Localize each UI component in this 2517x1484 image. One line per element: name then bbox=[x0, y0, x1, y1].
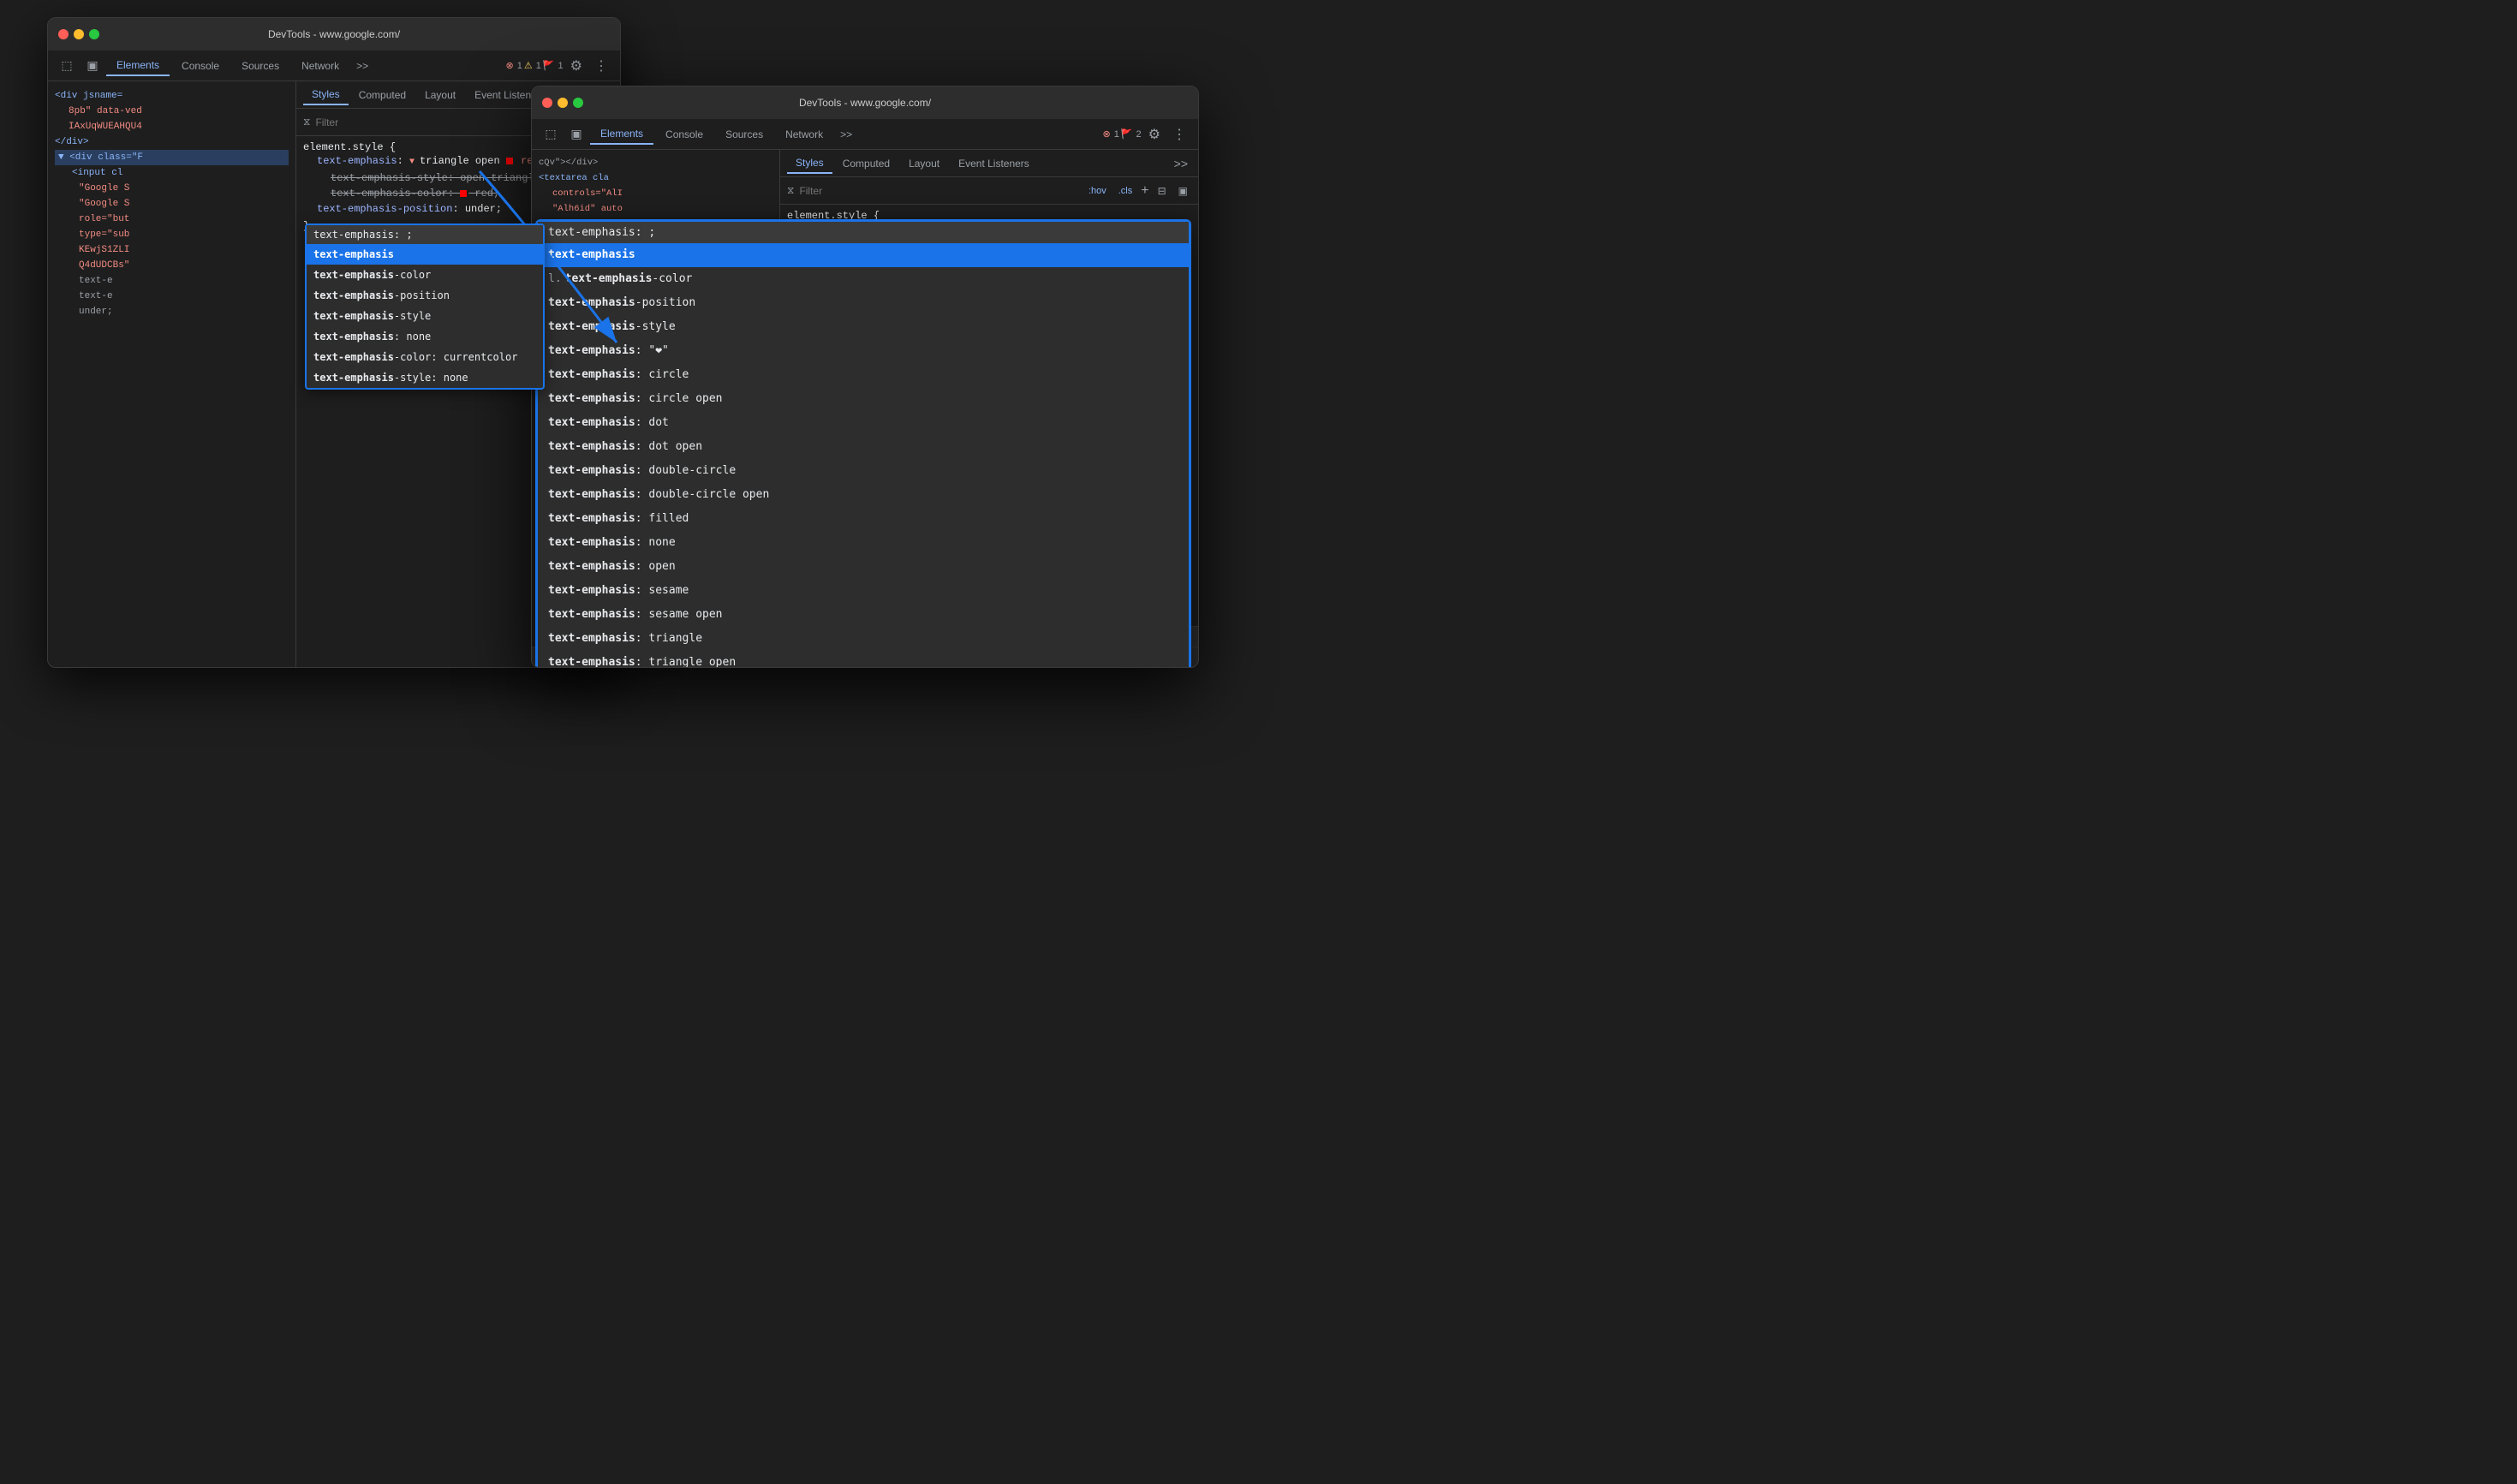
layers-icon[interactable]: ▣ bbox=[81, 54, 104, 78]
filter-icon-front: ⧖ bbox=[787, 184, 794, 197]
window-title-front: DevTools - www.google.com/ bbox=[799, 97, 931, 109]
dom-line: type="sub bbox=[55, 227, 289, 242]
autocomplete-back[interactable]: text-emphasis: ; text-emphasis text-emph… bbox=[305, 223, 545, 390]
info-icon-front: 🚩 bbox=[1121, 128, 1133, 140]
dom-line: IAxUqWUEAHQU4 bbox=[55, 119, 289, 134]
more-tabs-front[interactable]: >> bbox=[835, 125, 857, 144]
autocomplete-front-item-1[interactable]: l.text-emphasis-color bbox=[780, 267, 1189, 291]
filter-input-front[interactable] bbox=[799, 185, 1080, 197]
tab-elements-back[interactable]: Elements bbox=[106, 56, 170, 76]
filter-cls-front[interactable]: .cls bbox=[1115, 184, 1136, 198]
autocomplete-front-item-14[interactable]: text-emphasis: sesame bbox=[780, 579, 1189, 603]
cursor-icon[interactable]: ⬚ bbox=[55, 54, 79, 78]
autocomplete-front-item-4[interactable]: text-emphasis: "❤" bbox=[780, 339, 1189, 363]
maximize-button-back[interactable] bbox=[89, 29, 99, 39]
window-title-back: DevTools - www.google.com/ bbox=[268, 28, 400, 40]
filter-add-front[interactable]: + bbox=[1141, 183, 1148, 199]
error-count-front: 1 bbox=[1114, 129, 1119, 140]
autocomplete-item-3-back[interactable]: text-emphasis-style bbox=[307, 306, 543, 326]
autocomplete-front-item-3[interactable]: text-emphasis-style bbox=[780, 315, 1189, 339]
autocomplete-front-item-6[interactable]: text-emphasis: circle open bbox=[780, 387, 1189, 411]
autocomplete-item-2-back[interactable]: text-emphasis-position bbox=[307, 285, 543, 306]
settings-icon-front[interactable]: ⚙ bbox=[1143, 122, 1166, 146]
dom-content-back: <div jsname= 8pb" data-ved IAxUqWUEAHQU4… bbox=[48, 81, 295, 323]
filter-hov-front[interactable]: :hov bbox=[1085, 184, 1110, 198]
tab-console-back[interactable]: Console bbox=[171, 57, 230, 75]
tab-network-back[interactable]: Network bbox=[291, 57, 349, 75]
autocomplete-front-item-11[interactable]: text-emphasis: filled bbox=[780, 507, 1189, 531]
autocomplete-front-item-8[interactable]: text-emphasis: dot open bbox=[780, 435, 1189, 459]
tab-sources-front[interactable]: Sources bbox=[715, 125, 773, 144]
autocomplete-input-text-back: text-emphasis: ; bbox=[313, 229, 413, 241]
minimize-button-back[interactable] bbox=[74, 29, 84, 39]
autocomplete-front-item-0[interactable]: text-emphasis bbox=[780, 243, 1189, 267]
dom-line: text-e bbox=[55, 273, 289, 289]
dom-line: 8pb" data-ved bbox=[55, 104, 289, 119]
dom-panel-back: <div jsname= 8pb" data-ved IAxUqWUEAHQU4… bbox=[48, 81, 296, 668]
close-button-back[interactable] bbox=[58, 29, 69, 39]
more-tabs-icon-front[interactable]: >> bbox=[1171, 155, 1191, 172]
autocomplete-front-item-16[interactable]: text-emphasis: triangle bbox=[780, 627, 1189, 651]
autocomplete-item-4-back[interactable]: text-emphasis: none bbox=[307, 326, 543, 347]
traffic-lights-back[interactable] bbox=[58, 29, 99, 39]
dom-line: role="but bbox=[55, 212, 289, 227]
autocomplete-front-item-13[interactable]: text-emphasis: open bbox=[780, 555, 1189, 579]
error-badge-front: ⊗ 1 bbox=[1102, 128, 1118, 140]
dom-line: text-e bbox=[55, 289, 289, 304]
autocomplete-front-item-12[interactable]: text-emphasis: none bbox=[780, 531, 1189, 555]
more-vert-icon-front[interactable]: ⋮ bbox=[1167, 122, 1191, 146]
autocomplete-item-6-back[interactable]: text-emphasis-style: none bbox=[307, 367, 543, 388]
subtab-computed-front[interactable]: Computed bbox=[834, 154, 898, 173]
styles-panel-front: Styles Computed Layout Event Listeners >… bbox=[780, 150, 1198, 668]
autocomplete-input-front[interactable]: text-emphasis: ; bbox=[780, 222, 1189, 243]
autocomplete-front-item-17[interactable]: text-emphasis: triangle open bbox=[780, 651, 1189, 668]
dom-line: </div> bbox=[55, 134, 289, 150]
info-count-front: 2 bbox=[1136, 129, 1142, 140]
subtab-events-front[interactable]: Event Listeners bbox=[950, 154, 1038, 173]
error-icon-front: ⊗ bbox=[1102, 128, 1110, 140]
subtoolbar-icons-front: >> bbox=[1171, 155, 1191, 172]
autocomplete-front-item-7[interactable]: text-emphasis: dot bbox=[780, 411, 1189, 435]
autocomplete-front-item-10[interactable]: text-emphasis: double-circle open bbox=[780, 483, 1189, 507]
autocomplete-input-back[interactable]: text-emphasis: ; bbox=[307, 225, 543, 244]
subtab-computed-back[interactable]: Computed bbox=[350, 86, 415, 104]
info-badge-front: 🚩 2 bbox=[1121, 128, 1142, 140]
autocomplete-front[interactable]: text-emphasis: ; text-emphasis l.text-em… bbox=[780, 219, 1191, 668]
filter-bar-front: ⧖ :hov .cls + ⊟ ▣ bbox=[780, 177, 1198, 205]
subtoolbar-front: Styles Computed Layout Event Listeners >… bbox=[780, 150, 1198, 177]
layout-icon-front[interactable]: ▣ bbox=[1175, 183, 1191, 199]
subtab-layout-front[interactable]: Layout bbox=[900, 154, 948, 173]
subtab-styles-front[interactable]: Styles bbox=[787, 153, 832, 174]
autocomplete-item-5-back[interactable]: text-emphasis-color: currentcolor bbox=[307, 347, 543, 367]
subtab-styles-back[interactable]: Styles bbox=[303, 85, 349, 105]
autocomplete-item-0-back[interactable]: text-emphasis bbox=[307, 244, 543, 265]
tab-sources-back[interactable]: Sources bbox=[231, 57, 289, 75]
dom-line: <div jsname= bbox=[55, 88, 289, 104]
dom-line[interactable]: ▼ <div class="F bbox=[55, 150, 289, 165]
more-tabs-back[interactable]: >> bbox=[351, 57, 373, 75]
dom-line: "Google S bbox=[55, 181, 289, 196]
dom-line: KEwjS1ZLI bbox=[55, 242, 289, 258]
dom-line: <input cl bbox=[55, 165, 289, 181]
dom-line: "Google S bbox=[55, 196, 289, 212]
autocomplete-front-item-15[interactable]: text-emphasis: sesame open bbox=[780, 603, 1189, 627]
dom-line: under; bbox=[55, 304, 289, 319]
dom-line: Q4dUDCBs" bbox=[55, 258, 289, 273]
computed-icon-front[interactable]: ⊟ bbox=[1154, 183, 1170, 199]
autocomplete-item-1-back[interactable]: text-emphasis-color bbox=[307, 265, 543, 285]
filter-icon-back: ⧖ bbox=[303, 116, 310, 128]
autocomplete-front-item-5[interactable]: text-emphasis: circle bbox=[780, 363, 1189, 387]
titlebar-back: DevTools - www.google.com/ bbox=[48, 18, 620, 51]
autocomplete-front-item-2[interactable]: text-emphasis-position bbox=[780, 291, 1189, 315]
tab-network-front[interactable]: Network bbox=[775, 125, 833, 144]
autocomplete-front-item-9[interactable]: text-emphasis: double-circle bbox=[780, 459, 1189, 483]
